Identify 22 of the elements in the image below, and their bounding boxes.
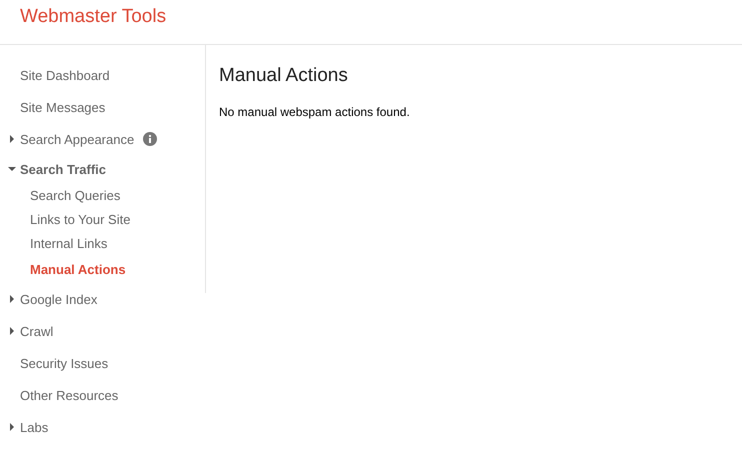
- sidebar-item[interactable]: Site Messages: [20, 100, 106, 114]
- caret-right-icon[interactable]: [8, 423, 16, 431]
- sidebar-item[interactable]: Google Index: [20, 292, 98, 306]
- sidebar-subitem[interactable]: Internal Links: [30, 236, 108, 250]
- sidebar-item[interactable]: Site Dashboard: [20, 68, 110, 82]
- info-icon[interactable]: [143, 132, 158, 146]
- sidebar-item[interactable]: Security Issues: [20, 356, 108, 370]
- sidebar-item[interactable]: Labs: [20, 420, 48, 434]
- sidebar-subitem[interactable]: Search Queries: [30, 188, 120, 202]
- sidebar-item[interactable]: Other Resources: [20, 388, 118, 402]
- sidebar-subitem[interactable]: Links to Your Site: [30, 212, 130, 226]
- sidebar-item[interactable]: Search Traffic: [20, 162, 106, 176]
- status-message: No manual webspam actions found.: [219, 105, 411, 119]
- caret-right-icon[interactable]: [8, 135, 16, 143]
- page-title: Manual Actions: [219, 65, 349, 87]
- caret-right-icon[interactable]: [8, 295, 16, 303]
- sidebar-item[interactable]: Crawl: [20, 324, 54, 338]
- caret-down-icon[interactable]: [8, 165, 16, 173]
- sidebar-item[interactable]: Search Appearance: [20, 132, 134, 146]
- caret-right-icon[interactable]: [8, 327, 16, 335]
- sidebar-subitem[interactable]: Manual Actions: [30, 262, 126, 276]
- app-title: Webmaster Tools: [20, 6, 166, 28]
